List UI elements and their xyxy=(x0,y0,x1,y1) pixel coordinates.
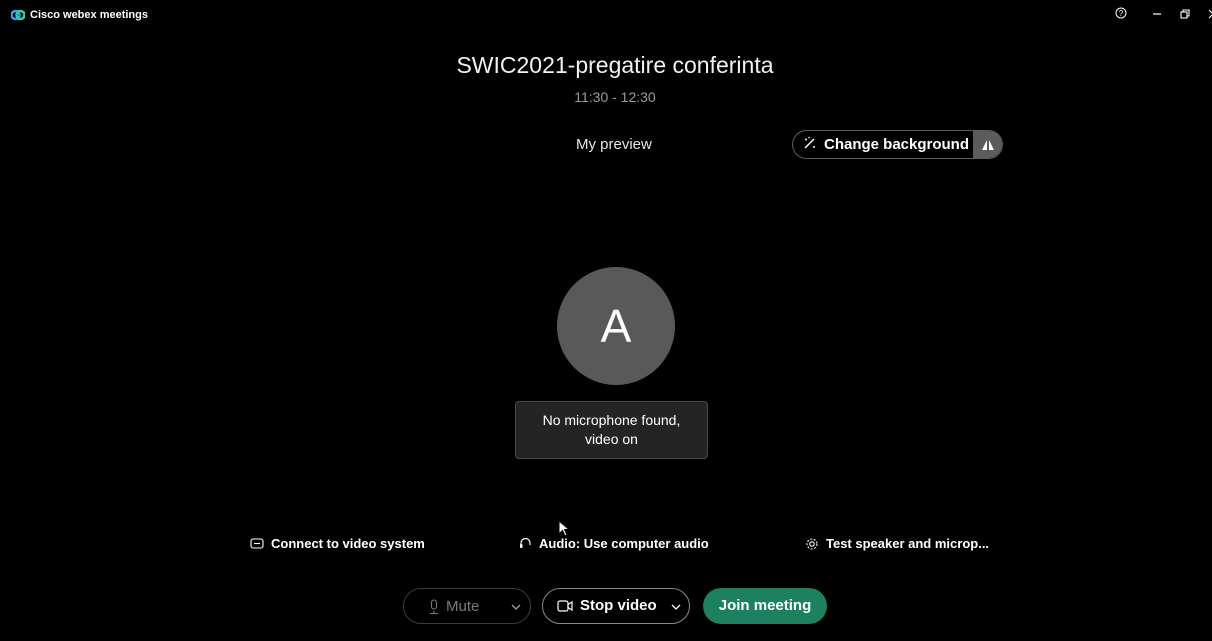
microphone-icon xyxy=(429,598,439,615)
mute-label: Mute xyxy=(446,598,480,615)
help-icon[interactable]: ? xyxy=(1112,7,1130,23)
mute-main[interactable]: Mute xyxy=(429,598,479,615)
magic-wand-icon xyxy=(803,136,817,154)
status-tooltip: No microphone found, video on xyxy=(515,401,708,459)
status-line-1: No microphone found, xyxy=(542,412,681,428)
webex-logo-icon xyxy=(11,9,25,21)
audio-option-link[interactable]: Audio: Use computer audio xyxy=(519,536,709,551)
minimize-icon[interactable] xyxy=(1148,7,1166,23)
status-line-2: video on xyxy=(585,431,638,447)
restore-icon[interactable] xyxy=(1176,7,1194,23)
title-bar: Cisco webex meetings ? xyxy=(6,6,1212,26)
app-title: Cisco webex meetings xyxy=(30,9,148,21)
stop-video-button[interactable]: Stop video xyxy=(542,588,690,624)
mirror-view-icon[interactable] xyxy=(973,131,1002,158)
test-speaker-label: Test speaker and microp... xyxy=(826,536,990,551)
audio-option-label: Audio: Use computer audio xyxy=(539,536,709,551)
chevron-down-icon[interactable] xyxy=(510,600,522,618)
preview-label: My preview xyxy=(576,136,652,153)
monitor-icon xyxy=(250,537,264,550)
connect-video-system-label: Connect to video system xyxy=(271,536,425,551)
change-background-button[interactable]: Change background xyxy=(792,130,1003,159)
test-speaker-link[interactable]: Test speaker and microp... xyxy=(805,536,989,551)
meeting-time: 11:30 - 12:30 xyxy=(574,89,656,105)
svg-text:?: ? xyxy=(1119,9,1124,18)
mouse-cursor-icon xyxy=(558,520,570,537)
chevron-down-icon[interactable] xyxy=(670,600,682,618)
headset-icon xyxy=(519,537,532,550)
avatar: A xyxy=(557,267,675,385)
join-meeting-button[interactable]: Join meeting xyxy=(703,588,827,624)
close-icon[interactable] xyxy=(1204,7,1212,23)
stop-video-label: Stop video xyxy=(580,597,657,614)
gear-icon xyxy=(805,537,819,551)
meeting-title: SWIC2021-pregatire conferinta xyxy=(456,52,774,78)
camera-icon xyxy=(557,599,573,612)
connect-video-system-link[interactable]: Connect to video system xyxy=(250,536,425,551)
change-background-label: Change background xyxy=(824,136,970,153)
mute-button[interactable]: Mute xyxy=(403,588,531,624)
stop-video-main[interactable]: Stop video xyxy=(557,597,657,614)
